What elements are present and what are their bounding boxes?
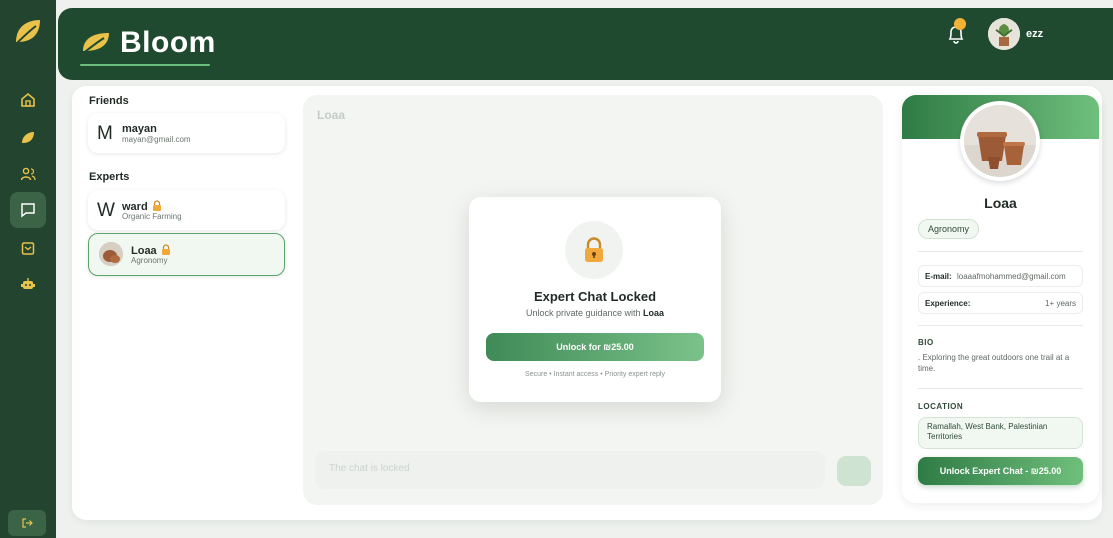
location-heading: LOCATION [918, 402, 964, 411]
locked-modal: Expert Chat Locked Unlock private guidan… [469, 197, 721, 402]
email-row: E-mail: loaaafmohammed@gmail.com [918, 265, 1083, 287]
contact-initial: M [97, 123, 113, 144]
email-label: E-mail: [925, 272, 952, 281]
experts-title: Experts [89, 171, 130, 183]
bio-heading: BIO [918, 338, 934, 347]
contact-mayan[interactable]: M mayan mayan@gmail.com [88, 113, 285, 153]
profile-photo [960, 101, 1040, 181]
profile-name: Loaa [984, 195, 1017, 211]
send-button[interactable] [837, 456, 871, 486]
location-value: Ramallah, West Bank, Palestinian Territo… [918, 417, 1083, 449]
divider [918, 325, 1083, 326]
leaf-logo-icon [81, 33, 109, 55]
contact-email: mayan@gmail.com [122, 135, 191, 144]
chat-icon[interactable] [10, 192, 46, 228]
bio-text: . Exploring the great outdoors one trail… [918, 353, 1070, 373]
users-icon[interactable] [18, 164, 38, 184]
notification-badge [954, 18, 966, 30]
leaf-logo-icon[interactable] [12, 14, 44, 50]
lock-icon [152, 200, 161, 211]
avatar [99, 242, 123, 266]
modal-expert-name: Loaa [643, 308, 665, 318]
clipboard-icon[interactable] [18, 238, 38, 258]
user-name[interactable]: ezz [1026, 28, 1043, 40]
experience-row: Experience: 1+ years [918, 292, 1083, 314]
divider [918, 251, 1083, 252]
brand[interactable]: Bloom [80, 26, 216, 60]
chat-title: Loaa [317, 108, 346, 122]
modal-subtitle-text: Unlock private guidance with [525, 308, 644, 318]
logout-button[interactable] [8, 510, 46, 536]
friends-title: Friends [89, 95, 129, 107]
lock-icon [161, 244, 170, 255]
user-avatar[interactable] [988, 18, 1020, 50]
modal-footer: Secure • Instant access • Priority exper… [525, 371, 665, 378]
contact-name: mayan [122, 123, 157, 135]
divider [918, 388, 1083, 389]
lock-icon [585, 237, 603, 262]
modal-subtitle: Unlock private guidance with Loaa [469, 308, 721, 318]
logout-icon [22, 518, 33, 528]
message-input[interactable]: The chat is locked [315, 451, 825, 489]
leaf-icon[interactable] [18, 128, 38, 148]
email-value: loaaafmohammed@gmail.com [957, 272, 1066, 281]
contact-initial: W [97, 200, 115, 221]
message-input-placeholder: The chat is locked [329, 463, 410, 474]
contact-loaa[interactable]: Loaa Agronomy [88, 233, 285, 276]
contact-specialty: Organic Farming [122, 212, 182, 221]
experience-value: 1+ years [1045, 299, 1076, 308]
brand-underline [80, 64, 210, 66]
unlock-button[interactable]: Unlock for ₪25.00 [486, 333, 704, 361]
robot-icon[interactable] [18, 274, 38, 294]
experience-label: Experience: [925, 299, 971, 308]
modal-title: Expert Chat Locked [533, 289, 657, 304]
home-icon[interactable] [18, 90, 38, 110]
brand-name: Bloom [120, 26, 216, 59]
lock-badge [565, 221, 623, 279]
unlock-expert-chat-button[interactable]: Unlock Expert Chat - ₪25.00 [918, 457, 1083, 485]
specialty-tag: Agronomy [918, 219, 980, 239]
expert-profile-panel: Loaa Agronomy E-mail: loaaafmohammed@gma… [902, 95, 1099, 503]
contact-ward[interactable]: W ward Organic Farming [88, 190, 285, 230]
contact-specialty: Agronomy [131, 256, 168, 265]
sidebar [0, 0, 56, 538]
